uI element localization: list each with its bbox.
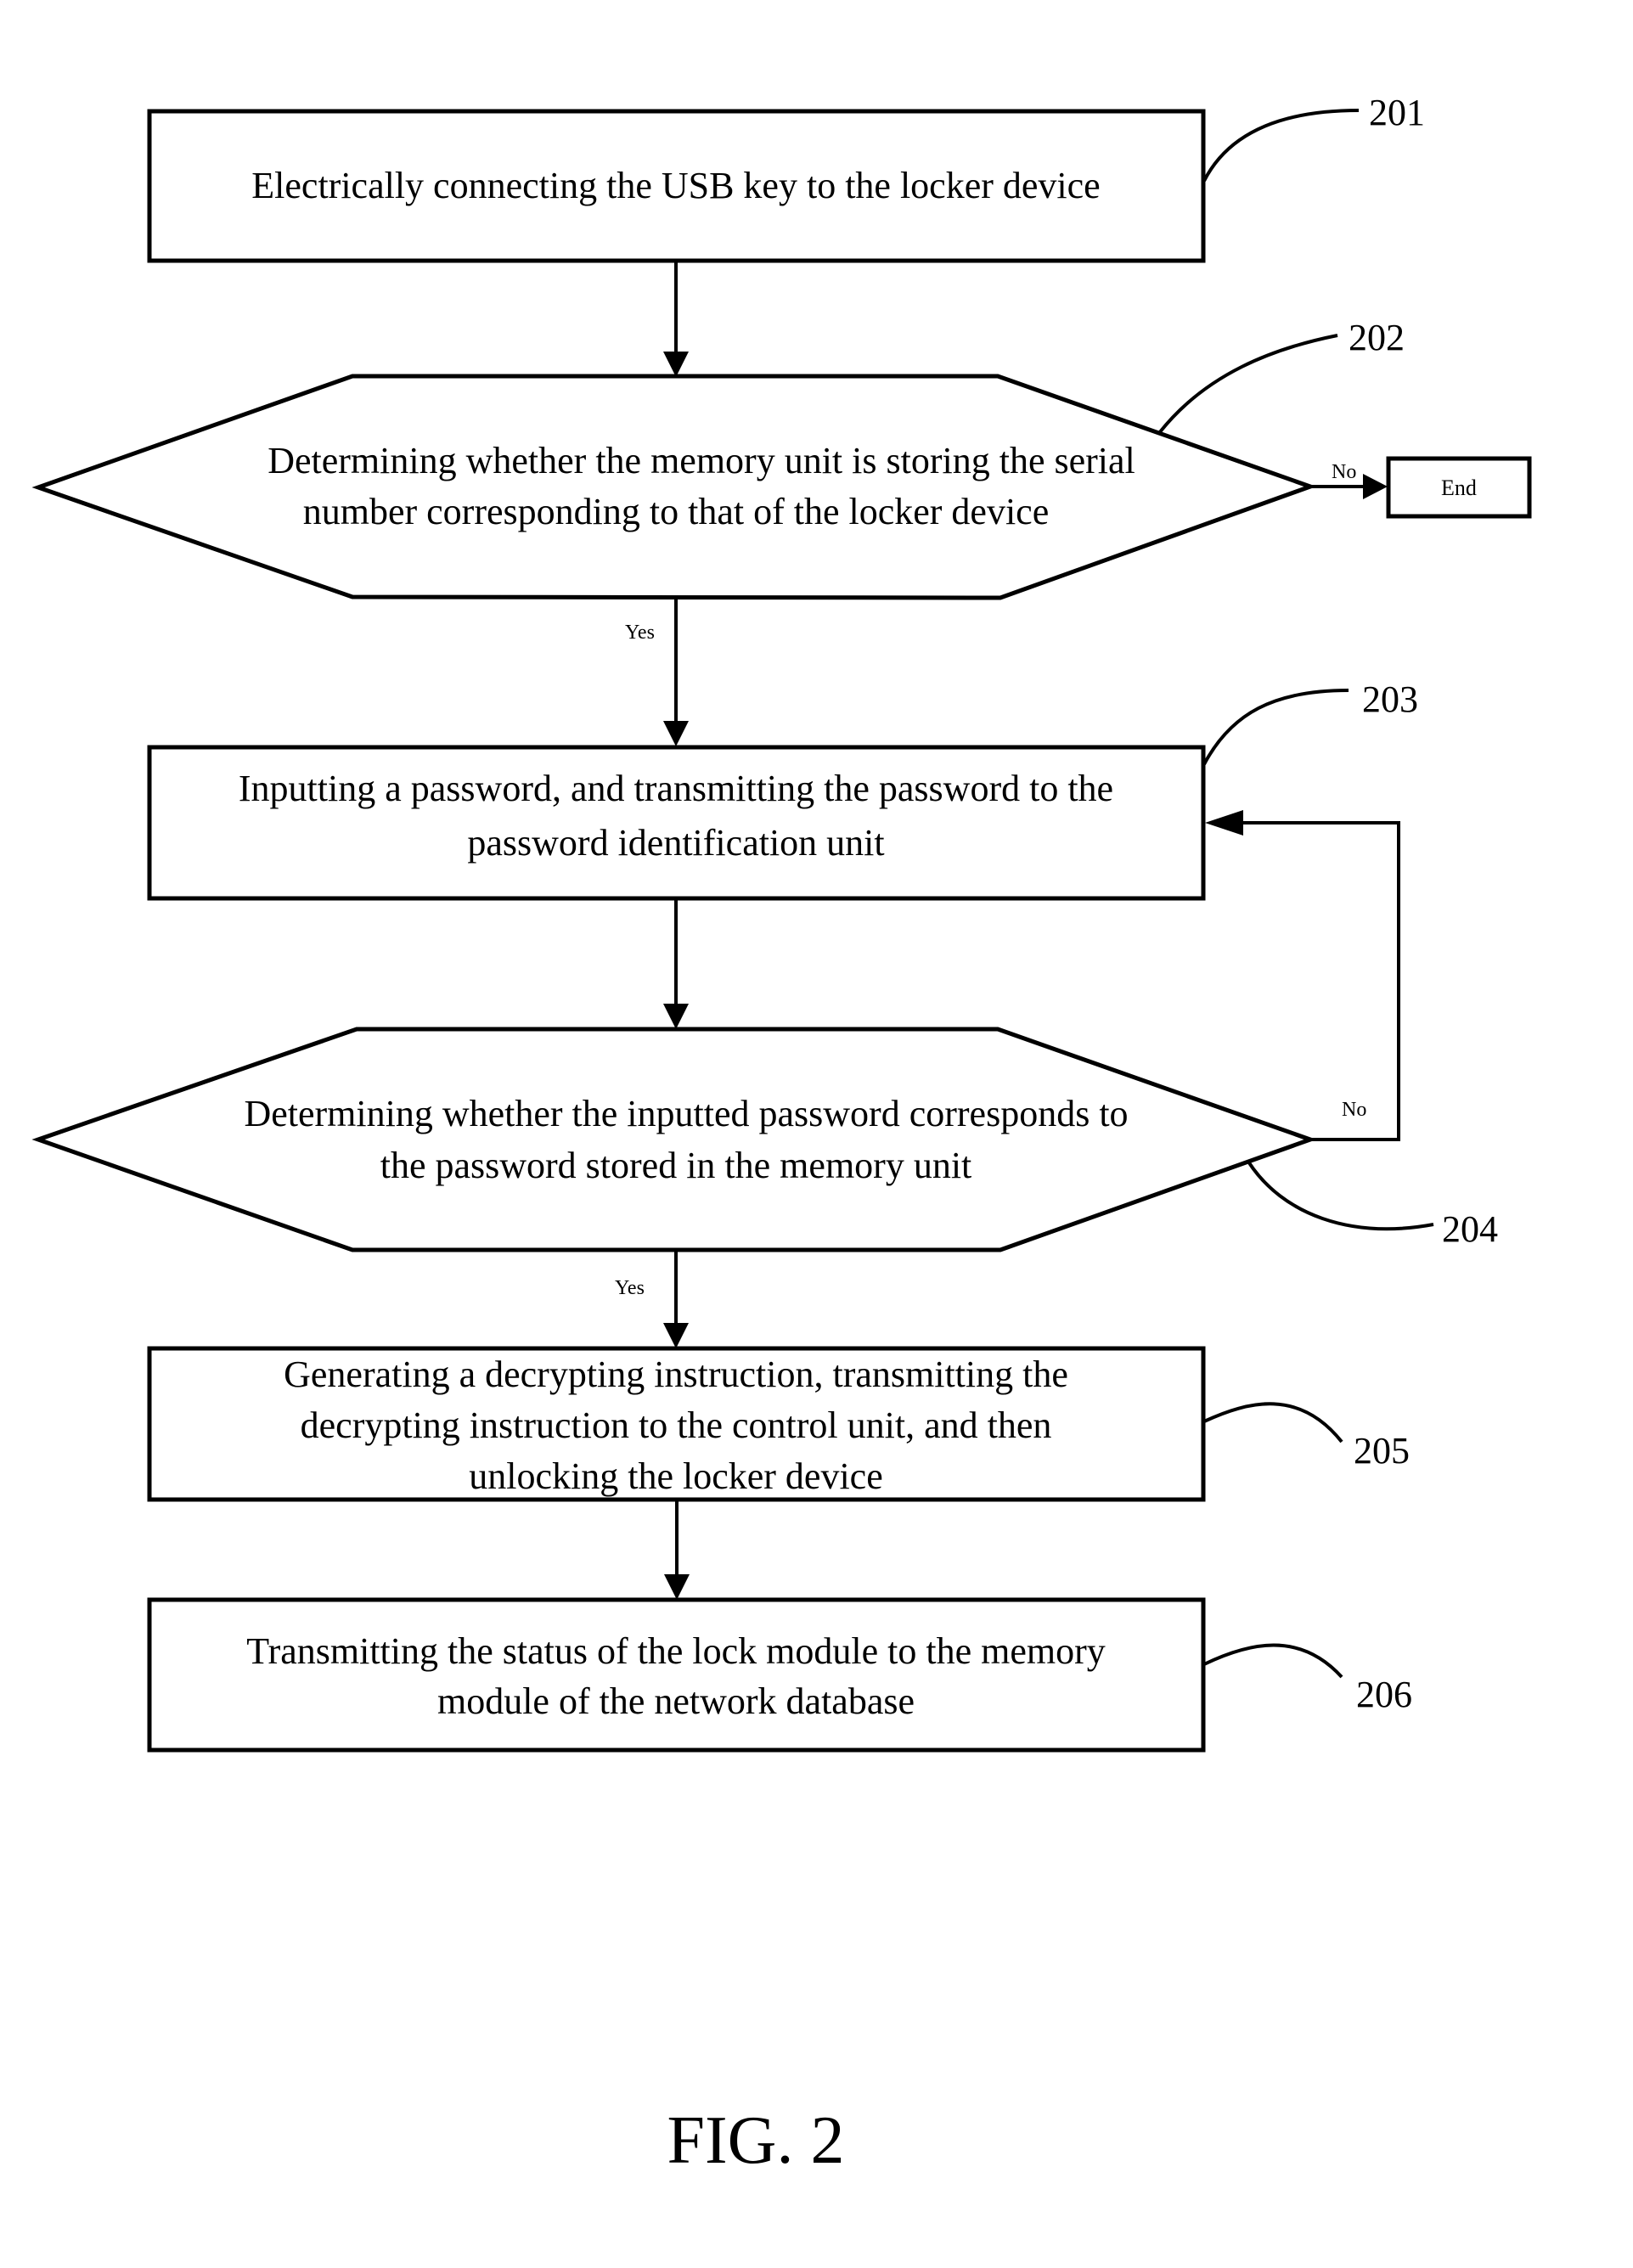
step-206-text-line-2: module of the network database — [437, 1680, 915, 1722]
edge-201-202 — [663, 261, 689, 377]
step-206-leader-line — [1203, 1643, 1343, 1679]
step-205-text-line-3: unlocking the locker device — [469, 1455, 882, 1497]
edge-202-end-label: No — [1332, 461, 1356, 483]
step-203-text-line-2: password identification unit — [467, 822, 884, 864]
edge-204-203: No — [1205, 810, 1400, 1141]
step-205: Generating a decrypting instruction, tra… — [147, 1346, 1410, 1502]
end-label: End — [1441, 476, 1477, 500]
step-206-text-line-1: Transmitting the status of the lock modu… — [246, 1630, 1105, 1672]
arrowhead-down-icon — [664, 1574, 690, 1600]
arrowhead-down-icon — [663, 1323, 689, 1348]
edge-202-end: No — [1310, 461, 1388, 499]
edge-202-203: Yes — [625, 598, 689, 746]
step-205-ref-number: 205 — [1354, 1430, 1410, 1472]
edge-204-203-label: No — [1342, 1099, 1366, 1121]
step-206: Transmitting the status of the lock modu… — [147, 1597, 1412, 1753]
arrowhead-down-icon — [663, 352, 689, 377]
arrowhead-right-icon — [1363, 474, 1388, 499]
step-202-text-line-1: Determining whether the memory unit is s… — [267, 440, 1135, 481]
step-204-leader-line — [1247, 1160, 1434, 1231]
step-201-text-line-1: Electrically connecting the USB key to t… — [251, 165, 1100, 206]
arrowhead-down-icon — [663, 1004, 689, 1029]
step-204-decision-shape — [31, 1027, 1317, 1252]
step-202-leader-line — [1157, 334, 1338, 435]
edge-202-203-label: Yes — [625, 622, 655, 644]
step-205-text-line-2: decrypting instruction to the control un… — [301, 1404, 1052, 1446]
step-202-decision-shape — [31, 374, 1317, 600]
step-205-leader-line — [1203, 1402, 1343, 1444]
step-202-text-line-2: number corresponding to that of the lock… — [303, 491, 1049, 532]
step-202: Determining whether the memory unit is s… — [31, 317, 1405, 600]
step-201-ref-number: 201 — [1369, 92, 1425, 133]
step-204-ref-number: 204 — [1442, 1208, 1498, 1250]
step-206-ref-number: 206 — [1356, 1674, 1412, 1715]
step-204-text-line-1: Determining whether the inputted passwor… — [244, 1093, 1128, 1134]
arrowhead-left-icon — [1205, 810, 1243, 836]
step-203-leader-line — [1202, 689, 1349, 765]
step-201-leader-line — [1202, 109, 1360, 182]
step-203-text-line-1: Inputting a password, and transmitting t… — [239, 768, 1113, 809]
edge-204-205-label: Yes — [615, 1277, 645, 1299]
step-203-ref-number: 203 — [1362, 678, 1418, 720]
step-204-text-line-2: the password stored in the memory unit — [380, 1145, 972, 1186]
edge-204-205: Yes — [615, 1251, 689, 1348]
figure-caption: FIG. 2 — [667, 2103, 845, 2178]
step-204: Determining whether the inputted passwor… — [31, 1027, 1498, 1252]
edge-204-203-line — [1227, 821, 1400, 1141]
arrowhead-down-icon — [663, 721, 689, 746]
step-206-box — [147, 1597, 1206, 1753]
edge-205-206 — [664, 1500, 690, 1600]
step-203: Inputting a password, and transmitting t… — [147, 678, 1418, 901]
end-node: End — [1386, 456, 1532, 519]
step-205-text-line-1: Generating a decrypting instruction, tra… — [284, 1353, 1068, 1395]
step-201: Electrically connecting the USB key to t… — [147, 92, 1425, 263]
step-202-ref-number: 202 — [1349, 317, 1405, 358]
edge-203-204 — [663, 898, 689, 1029]
flowchart: Electrically connecting the USB key to t… — [31, 92, 1532, 2178]
